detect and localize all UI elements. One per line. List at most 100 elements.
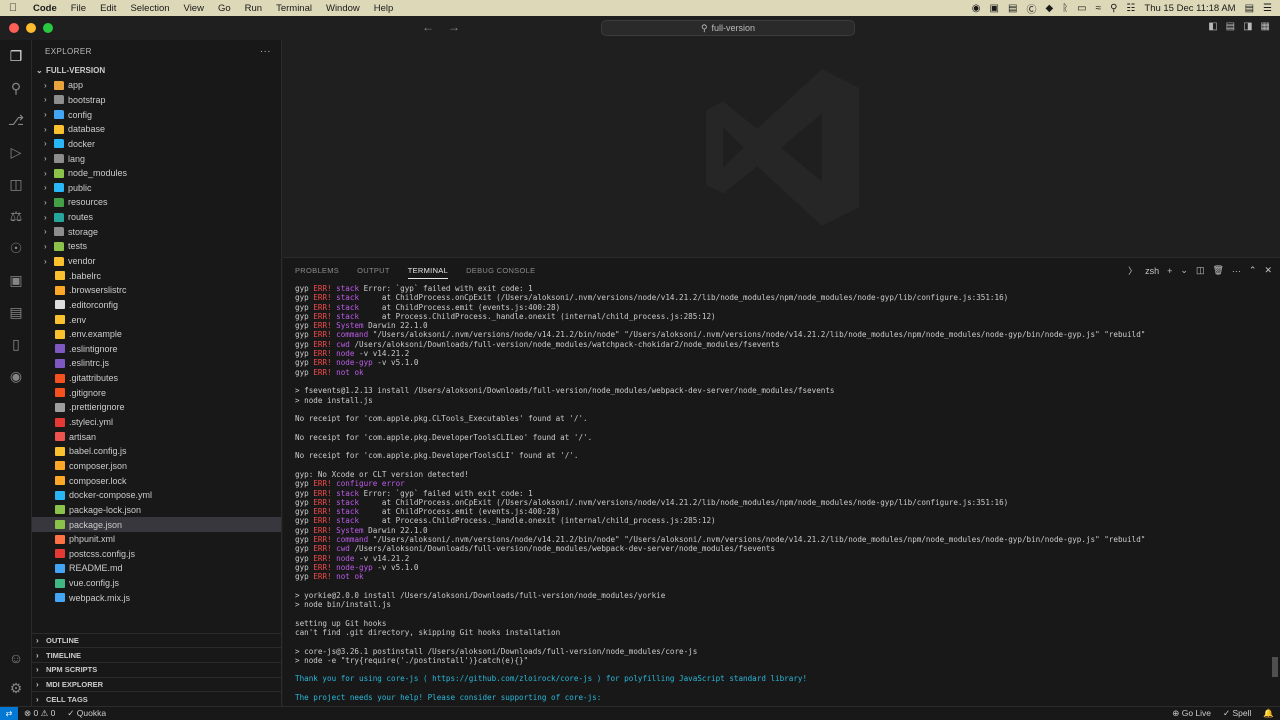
customize-layout-icon[interactable]: ▦: [1261, 21, 1270, 32]
tree-folder[interactable]: › node_modules: [32, 166, 281, 181]
tree-file[interactable]: package-lock.json: [32, 503, 281, 518]
vpn-icon[interactable]: ◆: [1045, 3, 1053, 14]
project-manager-icon[interactable]: ▤: [6, 302, 26, 322]
tab-problems[interactable]: PROBLEMS: [295, 266, 339, 275]
tree-file[interactable]: .eslintignore: [32, 342, 281, 357]
search-icon[interactable]: ⚲: [6, 78, 26, 98]
menu-selection[interactable]: Selection: [123, 3, 176, 14]
window-list-icon[interactable]: ▤: [1245, 3, 1254, 14]
menu-window[interactable]: Window: [319, 3, 367, 14]
tree-file[interactable]: .eslintrc.js: [32, 356, 281, 371]
battery-icon[interactable]: ▭: [1077, 3, 1086, 14]
bluetooth-icon[interactable]: ᚱ: [1062, 3, 1068, 14]
run-debug-icon[interactable]: ▷: [6, 142, 26, 162]
zoom-window-button[interactable]: [43, 23, 53, 33]
close-window-button[interactable]: [9, 23, 19, 33]
github-icon[interactable]: ◉: [6, 366, 26, 386]
new-terminal-icon[interactable]: +: [1167, 266, 1172, 276]
tree-folder[interactable]: › vendor: [32, 254, 281, 269]
tree-file[interactable]: .styleci.yml: [32, 415, 281, 430]
tree-file[interactable]: docker-compose.yml: [32, 488, 281, 503]
menu-go[interactable]: Go: [211, 3, 238, 14]
tree-file[interactable]: .env.example: [32, 327, 281, 342]
tree-file[interactable]: .gitignore: [32, 385, 281, 400]
manage-gear-icon[interactable]: ⚙: [6, 678, 26, 698]
workspace-root[interactable]: ⌄ FULL-VERSION: [32, 62, 281, 78]
tree-file[interactable]: .babelrc: [32, 268, 281, 283]
tree-file[interactable]: babel.config.js: [32, 444, 281, 459]
tree-folder[interactable]: › routes: [32, 210, 281, 225]
tree-file[interactable]: vue.config.js: [32, 576, 281, 591]
tree-folder[interactable]: › bootstrap: [32, 93, 281, 108]
tree-file[interactable]: .gitattributes: [32, 371, 281, 386]
maximize-panel-icon[interactable]: ⌃: [1249, 265, 1257, 276]
source-control-icon[interactable]: ⎇: [6, 110, 26, 130]
docker-icon[interactable]: ▣: [6, 270, 26, 290]
explorer-icon[interactable]: ❐: [6, 46, 26, 66]
tab-debug-console[interactable]: DEBUG CONSOLE: [466, 266, 535, 275]
toggle-sidebar-icon[interactable]: ◧: [1208, 21, 1217, 32]
tree-file[interactable]: composer.json: [32, 459, 281, 474]
spotlight-icon[interactable]: ⚲: [1110, 3, 1117, 14]
go-live-status[interactable]: ⊕ Go Live: [1166, 708, 1217, 719]
tab-terminal[interactable]: TERMINAL: [407, 266, 449, 279]
editor-area[interactable]: [283, 40, 1280, 257]
screenshot-icon[interactable]: ▣: [990, 3, 999, 14]
record-icon[interactable]: ◉: [972, 3, 981, 14]
tree-folder[interactable]: › public: [32, 180, 281, 195]
tree-file[interactable]: artisan: [32, 429, 281, 444]
skype-icon[interactable]: Ⓒ: [1026, 1, 1036, 16]
wifi-icon[interactable]: ≈: [1096, 3, 1102, 14]
tree-folder[interactable]: › database: [32, 122, 281, 137]
notifications-icon[interactable]: 🔔: [1257, 708, 1280, 719]
tree-file[interactable]: postcss.config.js: [32, 547, 281, 562]
tree-file[interactable]: .env: [32, 312, 281, 327]
tree-file[interactable]: .editorconfig: [32, 298, 281, 313]
notification-center-icon[interactable]: ☰: [1263, 3, 1272, 14]
tab-output[interactable]: OUTPUT: [357, 266, 390, 275]
remote-indicator-icon[interactable]: ⇄: [0, 706, 18, 720]
chevron-down-icon[interactable]: ⌄: [1180, 265, 1188, 276]
tree-file[interactable]: phpunit.xml: [32, 532, 281, 547]
close-panel-icon[interactable]: ✕: [1264, 265, 1272, 276]
toggle-secondary-sidebar-icon[interactable]: ◨: [1243, 21, 1252, 32]
tree-folder[interactable]: › resources: [32, 195, 281, 210]
sidebar-section[interactable]: › OUTLINE: [32, 632, 281, 648]
terminal-shell-label[interactable]: zsh: [1145, 266, 1159, 276]
tree-folder[interactable]: › docker: [32, 137, 281, 152]
terminal-scrollbar[interactable]: [1272, 657, 1278, 677]
kill-terminal-icon[interactable]: 🗑: [1212, 265, 1223, 276]
terminal-output[interactable]: gyp ERR! stack Error: `gyp` failed with …: [295, 284, 1270, 704]
split-terminal-icon[interactable]: ◫: [1196, 265, 1205, 276]
spell-status[interactable]: ✓ Spell: [1217, 708, 1257, 719]
sidebar-section[interactable]: › CELL TAGS: [32, 691, 281, 706]
sidebar-section[interactable]: › NPM SCRIPTS: [32, 661, 281, 677]
menu-run[interactable]: Run: [238, 3, 269, 14]
tree-file[interactable]: .browserslistrc: [32, 283, 281, 298]
more-actions-icon[interactable]: ···: [260, 46, 281, 57]
command-center[interactable]: ⚲ full-version: [601, 20, 855, 36]
bookmarks-icon[interactable]: ▯: [6, 334, 26, 354]
tree-file[interactable]: README.md: [32, 561, 281, 576]
tree-folder[interactable]: › lang: [32, 151, 281, 166]
tree-file[interactable]: .prettierignore: [32, 400, 281, 415]
tree-folder[interactable]: › tests: [32, 239, 281, 254]
sidebar-section[interactable]: › MDI EXPLORER: [32, 676, 281, 692]
control-center-icon[interactable]: ☷: [1126, 3, 1135, 14]
tree-file[interactable]: package.json: [32, 517, 281, 532]
tree-folder[interactable]: › app: [32, 78, 281, 93]
menubar-clock[interactable]: Thu 15 Dec 11:18 AM: [1144, 3, 1235, 14]
tree-file[interactable]: webpack.mix.js: [32, 590, 281, 605]
display-icon[interactable]: ▤: [1008, 3, 1017, 14]
testing-icon[interactable]: ⚖: [6, 206, 26, 226]
menu-help[interactable]: Help: [367, 3, 401, 14]
sidebar-section[interactable]: › TIMELINE: [32, 647, 281, 662]
menu-app-name[interactable]: Code: [26, 3, 64, 14]
problems-status[interactable]: ⊗ 0 ⚠ 0: [18, 708, 61, 719]
menu-file[interactable]: File: [64, 3, 93, 14]
remote-explorer-icon[interactable]: ☉: [6, 238, 26, 258]
more-actions-icon[interactable]: ···: [1232, 266, 1241, 276]
minimize-window-button[interactable]: [26, 23, 36, 33]
accounts-icon[interactable]: ☺: [6, 648, 26, 668]
tree-file[interactable]: composer.lock: [32, 473, 281, 488]
